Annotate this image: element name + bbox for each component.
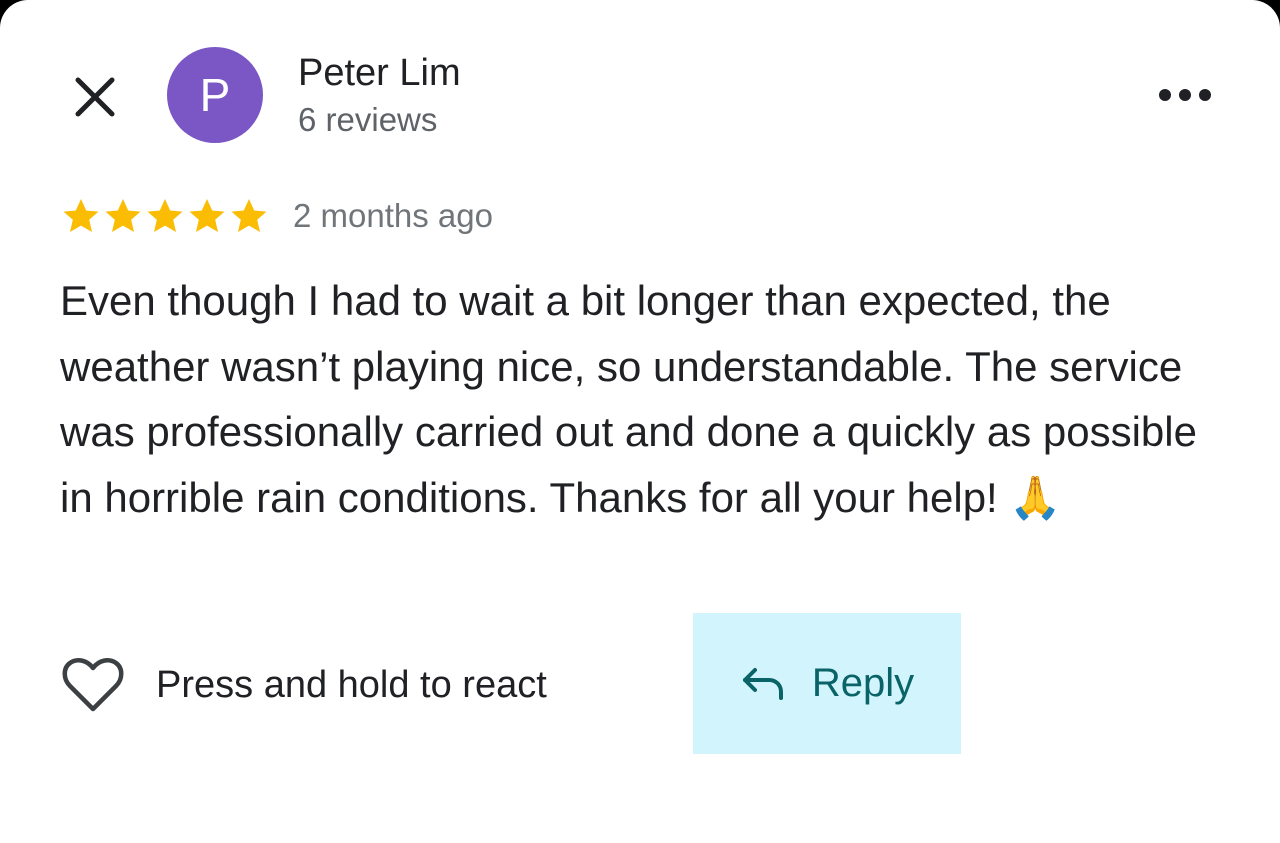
react-button[interactable]: Press and hold to react bbox=[60, 650, 547, 720]
reply-button[interactable]: Reply bbox=[693, 613, 961, 754]
star-icon bbox=[105, 199, 141, 232]
react-label: Press and hold to react bbox=[156, 663, 547, 706]
more-options-button[interactable] bbox=[1150, 72, 1220, 118]
star-icon bbox=[231, 199, 267, 232]
close-button[interactable] bbox=[66, 68, 124, 126]
review-time: 2 months ago bbox=[293, 197, 493, 234]
avatar[interactable]: P bbox=[167, 47, 263, 143]
star-icon bbox=[189, 199, 225, 232]
reply-arrow-icon bbox=[740, 661, 786, 707]
review-text: Even though I had to wait a bit longer t… bbox=[60, 277, 1197, 521]
reply-label: Reply bbox=[811, 661, 915, 705]
review-card: P Peter Lim 6 reviews 2 months ago Even … bbox=[0, 0, 1280, 843]
heart-outline-icon bbox=[60, 652, 126, 718]
more-horizontal-icon bbox=[1159, 89, 1211, 101]
star-rating bbox=[60, 196, 270, 236]
author-name[interactable]: Peter Lim bbox=[298, 50, 461, 96]
author-review-count: 6 reviews bbox=[298, 101, 438, 138]
star-icon bbox=[147, 199, 183, 232]
close-icon bbox=[75, 77, 115, 117]
star-icon bbox=[63, 199, 99, 232]
